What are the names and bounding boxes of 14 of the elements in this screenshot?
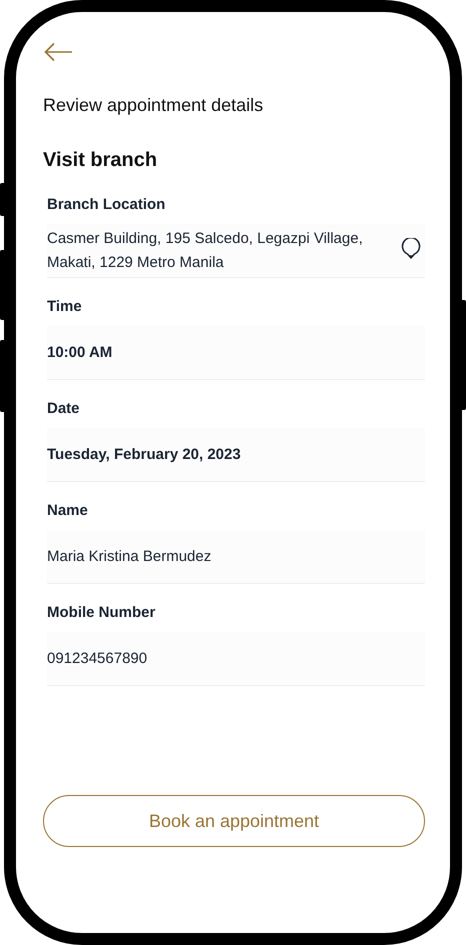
field-value: Maria Kristina Bermudez bbox=[47, 546, 212, 566]
field-label: Name bbox=[47, 502, 89, 520]
field-value: Casmer Building, 195 Salcedo, Legazpi Village, Makati, 1229 Metro Manila bbox=[47, 228, 364, 272]
field-label: Date bbox=[47, 400, 81, 418]
page-title: Review appointment details bbox=[43, 94, 264, 116]
field-value: 10:00 AM bbox=[47, 342, 112, 362]
field-label: Time bbox=[47, 298, 83, 316]
back-arrow-icon[interactable] bbox=[44, 42, 73, 62]
field-label: Branch Location bbox=[47, 196, 166, 214]
field-value: Tuesday, February 20, 2023 bbox=[47, 444, 241, 464]
book-appointment-button[interactable]: Book an appointment bbox=[43, 795, 425, 847]
field-value: 091234567890 bbox=[47, 648, 148, 668]
field-label: Mobile Number bbox=[47, 604, 156, 622]
section-title: Visit branch bbox=[43, 148, 158, 172]
